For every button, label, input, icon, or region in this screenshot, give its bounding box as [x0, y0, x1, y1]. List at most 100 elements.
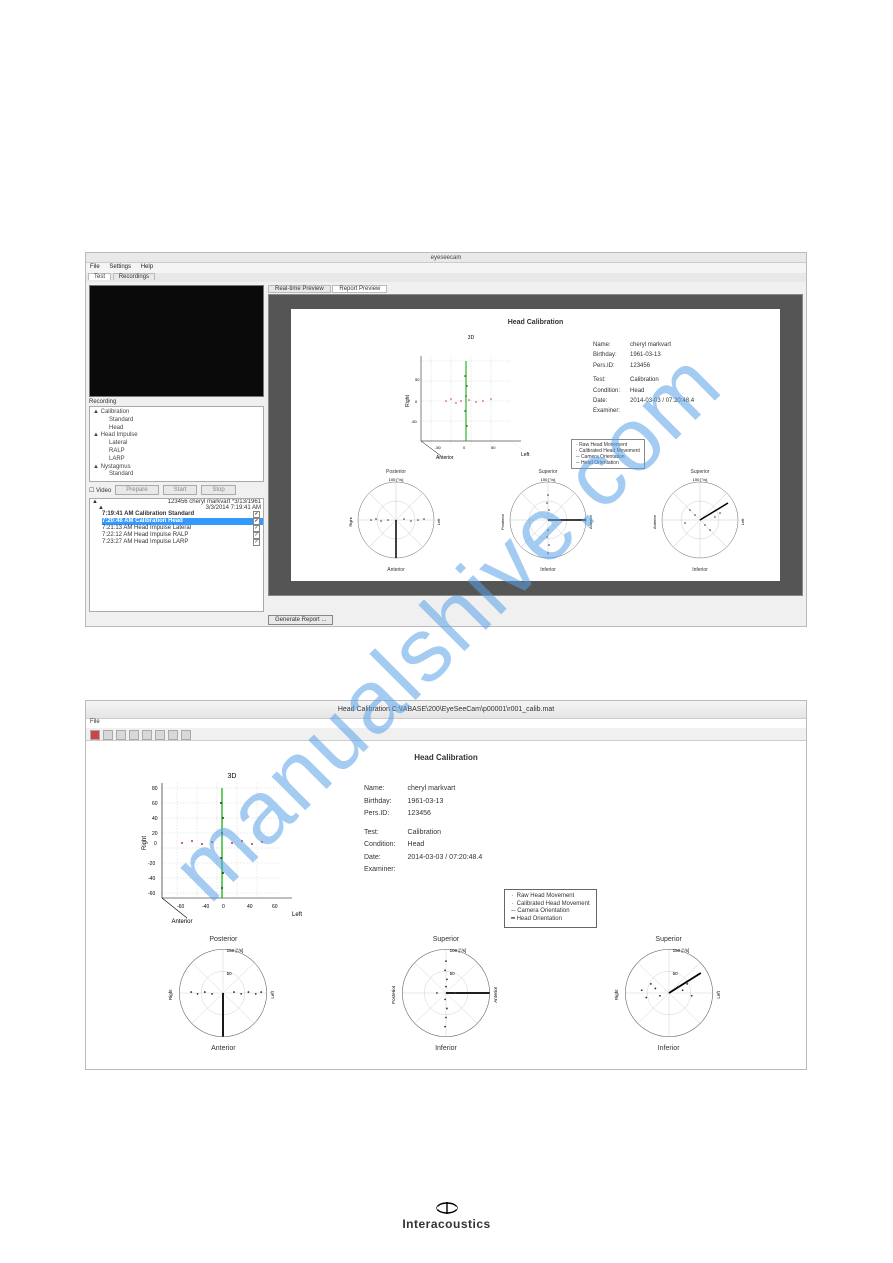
svg-text:Left: Left [270, 990, 275, 998]
pan-icon[interactable] [142, 730, 152, 740]
svg-text:Left: Left [292, 912, 302, 918]
svg-text:-60: -60 [148, 891, 155, 897]
menu-file[interactable]: File [90, 264, 100, 270]
footer-brand: Interacoustics [402, 1217, 490, 1231]
svg-text:50: 50 [491, 445, 496, 450]
tab-realtime[interactable]: Real-time Preview [268, 285, 331, 293]
generate-report-button[interactable]: Generate Report ... [268, 615, 333, 625]
menubar: File Settings Help [86, 263, 806, 273]
polar-row-2: Posterior 150 [°/s] 50 Right Left Anteri… [92, 936, 800, 1052]
svg-text:Left: Left [740, 518, 745, 526]
chart-3d-large: 3D Right 806040200-20-40-60 Anterior Lef… [122, 768, 342, 928]
svg-text:50: 50 [672, 971, 678, 976]
svg-text:Right: Right [614, 989, 619, 1000]
svg-text:3D: 3D [468, 335, 475, 341]
svg-text:Left: Left [716, 990, 721, 998]
protocol-tree[interactable]: ▲ Calibration Standard Head ▲ Head Impul… [89, 406, 264, 482]
tree-lateral[interactable]: Lateral [109, 440, 260, 448]
tree-head[interactable]: Head [109, 425, 260, 433]
svg-text:Anterior: Anterior [652, 514, 657, 529]
right-pane: Real-time Preview Report Preview Head Ca… [268, 285, 803, 594]
menubar-2: File [86, 719, 806, 728]
tree-ralp[interactable]: RALP [109, 448, 260, 456]
rotate-icon[interactable] [155, 730, 165, 740]
print-icon[interactable] [116, 730, 126, 740]
svg-text:Right: Right [405, 395, 411, 407]
page-footer: Interacoustics [0, 1199, 893, 1231]
prepare-button[interactable]: Prepare [115, 485, 158, 495]
svg-text:0: 0 [463, 445, 466, 450]
chart-3d: 3D Right 500-50 Anterior Left -50050 [391, 331, 551, 461]
tree-headimpulse[interactable]: Head Impulse [101, 432, 138, 438]
video-checkbox[interactable]: ☐ Video [89, 487, 111, 494]
zoom-icon[interactable] [129, 730, 139, 740]
svg-text:Anterior: Anterior [171, 919, 192, 925]
svg-text:Right: Right [142, 836, 148, 850]
session-list[interactable]: ▲ 123456 cheryl markvart *3/13/1961 ▲ 3/… [89, 498, 264, 612]
svg-text:-20: -20 [148, 861, 155, 867]
svg-text:40: 40 [247, 904, 253, 910]
tab-test[interactable]: Test [88, 273, 111, 280]
tree-calibration[interactable]: Calibration [101, 409, 130, 415]
report-window: Head Calibration C:\IABASE\200\EyeSeeCam… [85, 700, 807, 1070]
chart-legend: · Raw Head Movement · Calibrated Head Mo… [571, 439, 645, 469]
svg-text:80: 80 [152, 786, 158, 792]
svg-text:Anterior: Anterior [493, 986, 498, 1002]
window-title-2: Head Calibration C:\IABASE\200\EyeSeeCam… [86, 701, 806, 719]
session-item[interactable]: 7:19:41 AM Calibration Standard✓ [102, 511, 263, 518]
session-item-selected[interactable]: 7:20:48 AM Calibration Head✓ [102, 518, 263, 525]
menu-settings[interactable]: Settings [109, 264, 131, 270]
svg-text:-60: -60 [177, 904, 184, 910]
pdf-icon[interactable] [90, 730, 100, 740]
tree-nys-standard[interactable]: Standard [109, 471, 260, 479]
menu-help[interactable]: Help [141, 264, 153, 270]
tab-recordings[interactable]: Recordings [113, 273, 155, 280]
main-tabs: Test Recordings [86, 273, 806, 282]
svg-text:Posterior: Posterior [391, 985, 396, 1004]
svg-text:Right: Right [168, 989, 173, 1000]
svg-text:50: 50 [227, 971, 233, 976]
tool2-icon[interactable] [181, 730, 191, 740]
polar-chart-large-1: Posterior 150 [°/s] 50 Right Left Anteri… [138, 936, 308, 1052]
svg-text:-50: -50 [411, 419, 418, 424]
svg-text:100 [°/s]: 100 [°/s] [693, 477, 708, 482]
tree-standard[interactable]: Standard [109, 417, 260, 425]
svg-text:-40: -40 [202, 904, 209, 910]
video-preview [89, 285, 264, 397]
svg-text:0: 0 [154, 841, 157, 847]
tab-report-preview[interactable]: Report Preview [332, 285, 387, 293]
report-viewport[interactable]: Head Calibration 3D Right 500-50 Anterio… [268, 294, 803, 596]
svg-text:Left: Left [521, 452, 530, 458]
polar-row: Posterior 100 [°/s] Right Left Anterior [336, 469, 760, 581]
control-row: ☐ Video Prepare Start Stop [89, 485, 264, 495]
svg-text:20: 20 [152, 831, 158, 837]
start-button[interactable]: Start [163, 485, 198, 495]
svg-text:Anterior: Anterior [588, 514, 593, 529]
stop-button[interactable]: Stop [201, 485, 235, 495]
preview-tabs: Real-time Preview Report Preview [268, 285, 803, 294]
tree-nystagmus[interactable]: Nystagmus [101, 464, 131, 470]
polar-chart-3: Superior 100 [°/s] Anterior Left Inferio… [640, 469, 760, 581]
interacoustics-logo: Interacoustics [402, 1199, 490, 1231]
recording-label: Recording [89, 399, 264, 405]
svg-text:-40: -40 [148, 876, 155, 882]
save-icon[interactable] [103, 730, 113, 740]
report-page: Head Calibration 3D Right 500-50 Anterio… [291, 309, 780, 581]
session-item[interactable]: 7:23:27 AM Head Impulse LARP✓ [102, 539, 263, 546]
svg-text:100 [°/s]: 100 [°/s] [450, 948, 467, 953]
menu-file-2[interactable]: File [90, 719, 100, 725]
session-item[interactable]: 7:22:12 AM Head Impulse RALP✓ [102, 532, 263, 539]
svg-text:0: 0 [415, 399, 418, 404]
tree-larp[interactable]: LARP [109, 456, 260, 464]
left-pane: Recording ▲ Calibration Standard Head ▲ … [89, 285, 264, 612]
tool-icon[interactable] [168, 730, 178, 740]
svg-text:0: 0 [222, 904, 225, 910]
svg-text:Right: Right [348, 516, 353, 526]
svg-text:150 [°/s]: 150 [°/s] [227, 948, 244, 953]
svg-text:100 [°/s]: 100 [°/s] [541, 477, 556, 482]
svg-text:Anterior: Anterior [436, 455, 454, 461]
svg-text:60: 60 [152, 801, 158, 807]
polar-chart-1: Posterior 100 [°/s] Right Left Anterior [336, 469, 456, 581]
svg-text:60: 60 [272, 904, 278, 910]
session-item[interactable]: 7:21:13 AM Head Impulse Lateral✓ [102, 525, 263, 532]
